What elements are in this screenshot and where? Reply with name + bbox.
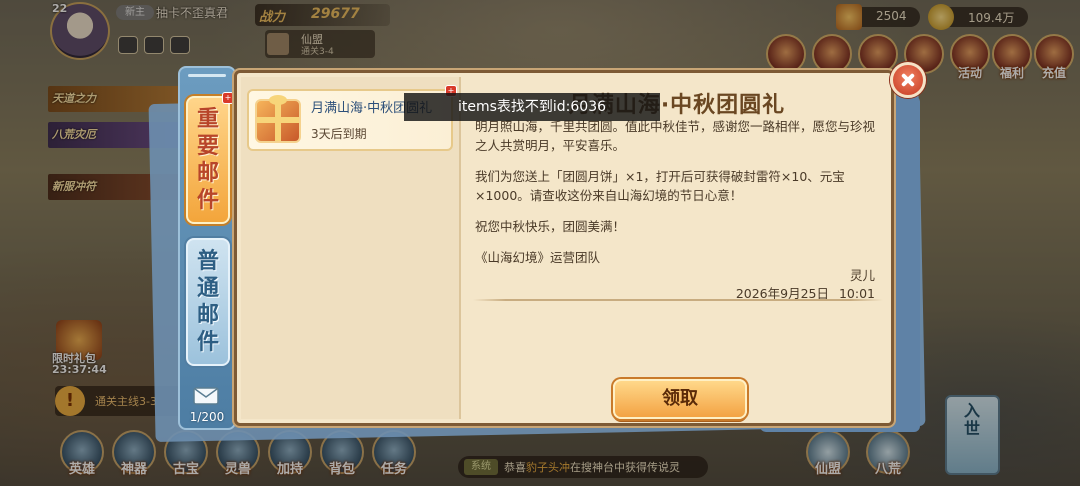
tab-label: 普通邮件 xyxy=(196,249,219,355)
mail-signer: 灵儿 xyxy=(849,268,875,283)
tab-normal-mail[interactable]: 普通邮件 xyxy=(186,238,230,366)
mail-paragraph: 明月照山海，千里共团圆。值此中秋佳节，感谢您一路相伴，愿您与珍视之人共赏明月，平… xyxy=(475,119,876,153)
mail-paragraph: 《山海幻境》运营团队 xyxy=(475,250,601,265)
gift-box-icon xyxy=(255,95,301,143)
rail-cap xyxy=(188,74,226,77)
mail-panel: 月满山海·中秋团圆礼 3天后到期 + 月满山海·中秋团圆礼 明月照山海，千里共团… xyxy=(234,70,894,426)
tab-important-mail[interactable]: 重要邮件 + xyxy=(186,92,234,224)
error-toast: items表找不到id:6036 xyxy=(404,93,660,121)
mail-content: 月满山海·中秋团圆礼 明月照山海，千里共团圆。值此中秋佳节，感谢您一路相伴，愿您… xyxy=(463,77,891,419)
claim-button[interactable]: 领取 xyxy=(613,379,747,419)
mail-tab-rail: 重要邮件 + 普通邮件 1/200 xyxy=(178,66,236,430)
mail-paragraph: 祝您中秋快乐，团圆美满！ xyxy=(475,219,626,234)
mail-item-expiry: 3天后到期 xyxy=(311,127,367,141)
mail-paragraph: 我们为您送上「团圆月饼」×1，打开后可获得破封雷符×10、元宝×1000。请查收… xyxy=(475,169,845,203)
mail-count: 1/200 xyxy=(189,410,225,424)
notification-dot: + xyxy=(222,92,234,104)
mail-list: 月满山海·中秋团圆礼 3天后到期 + xyxy=(241,77,461,419)
divider xyxy=(473,299,883,301)
close-icon[interactable] xyxy=(890,62,926,98)
mail-body: 明月照山海，千里共团圆。值此中秋佳节，感谢您一路相伴，愿您与珍视之人共赏明月，平… xyxy=(475,117,879,279)
tab-label: 重要邮件 xyxy=(196,107,219,213)
envelope-icon xyxy=(193,387,219,405)
